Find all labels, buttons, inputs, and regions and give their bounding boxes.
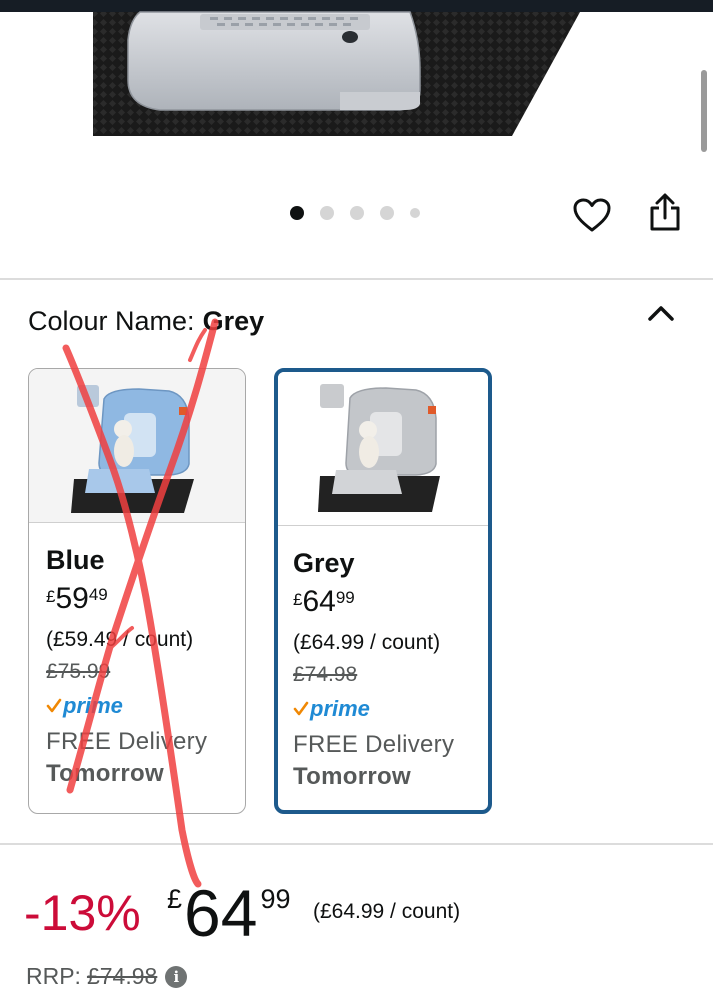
carousel-dot[interactable]: [410, 208, 420, 218]
list-price: £74.98: [293, 663, 358, 686]
unit-price: (£64.99 / count): [293, 631, 441, 654]
product-image[interactable]: [0, 0, 713, 180]
colour-option-grey[interactable]: Grey £ 64 99 (£64.99 / count) £74.98 pri…: [274, 368, 492, 814]
price-fraction: 49: [88, 585, 108, 604]
price-whole: 64: [302, 585, 336, 618]
list-price: £75.99: [46, 660, 111, 683]
price-whole: 64: [184, 876, 258, 950]
prime-badge: prime: [293, 696, 488, 722]
option-thumbnail: [278, 372, 488, 526]
selected-colour: Grey: [202, 306, 265, 336]
discount-percentage: -13%: [24, 885, 141, 941]
prime-label: prime: [63, 693, 123, 718]
rrp-label: RRP:: [26, 963, 81, 989]
collapse-button[interactable]: [644, 298, 678, 328]
carousel-dot[interactable]: [350, 206, 364, 220]
rrp-price: £74.98: [86, 963, 158, 989]
colour-option-blue[interactable]: Blue £ 59 49 (£59.49 / count) £75.99 pri…: [28, 368, 246, 814]
prime-badge: prime: [46, 693, 245, 719]
grey-litter-box-image: [318, 384, 440, 512]
delivery-day: Tomorrow: [293, 763, 411, 790]
info-icon[interactable]: i: [165, 965, 188, 988]
section-divider: [0, 843, 713, 845]
share-button[interactable]: [643, 190, 687, 234]
scrollbar[interactable]: [701, 70, 707, 152]
section-divider: [0, 278, 713, 280]
delivery-text: FREE Delivery: [293, 731, 455, 758]
price-whole: 59: [55, 582, 89, 615]
price-fraction: 99: [335, 588, 355, 607]
currency-symbol: £: [46, 587, 56, 606]
chevron-up-icon: [648, 306, 674, 321]
currency-symbol: £: [293, 590, 303, 609]
carousel-dot[interactable]: [320, 206, 334, 220]
litter-box-image: [93, 11, 580, 136]
option-thumbnail: [29, 369, 245, 523]
option-name: Grey: [293, 548, 355, 578]
prime-label: prime: [310, 696, 370, 721]
currency-symbol: £: [167, 884, 183, 914]
prime-check-icon: [46, 698, 62, 713]
blue-litter-box-image: [71, 385, 194, 513]
option-name: Blue: [46, 545, 105, 575]
wishlist-button[interactable]: [570, 193, 614, 237]
colour-selector-label: Colour Name: Grey: [28, 306, 264, 337]
price-fraction: 99: [260, 884, 291, 914]
prime-check-icon: [293, 701, 309, 716]
current-price: £ 64 99: [167, 878, 291, 948]
option-price: £ 64 99: [293, 586, 488, 622]
carousel-dots[interactable]: [290, 206, 420, 220]
carousel-dot[interactable]: [290, 206, 304, 220]
heart-icon: [573, 198, 611, 232]
delivery-day: Tomorrow: [46, 760, 164, 787]
rrp-line: RRP: £74.98 i: [26, 963, 188, 990]
colour-label-text: Colour Name:: [28, 306, 195, 336]
option-price: £ 59 49: [46, 583, 245, 619]
delivery-text: FREE Delivery: [46, 728, 208, 755]
share-icon: [650, 193, 680, 231]
unit-price: (£59.49 / count): [46, 628, 194, 651]
unit-price: (£64.99 / count): [313, 900, 461, 923]
carousel-dot[interactable]: [380, 206, 394, 220]
